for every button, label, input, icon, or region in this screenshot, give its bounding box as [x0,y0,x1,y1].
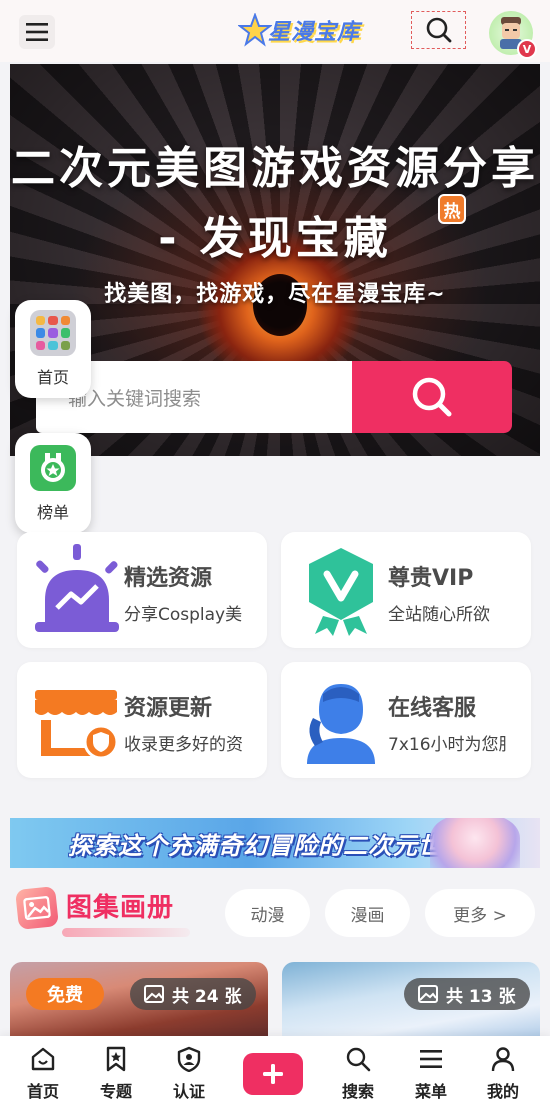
search-icon [426,17,451,43]
card-desc: 收录更多好的资源 [124,735,242,755]
vip-badge: V [517,39,537,59]
hero-banner: 二次元美图游戏资源分享 - 发现宝藏 热 找美图，找游戏，尽在星漫宝库~ 输入关… [10,64,540,456]
menu-button[interactable] [19,15,55,49]
nav-topics[interactable]: 专题 [86,1046,146,1100]
search-icon [346,1047,371,1072]
nav-label: 专题 [99,1082,132,1100]
tab-more[interactable]: 更多 > [425,889,535,937]
free-tag: 免费 [26,978,104,1010]
card-desc: 全站随心所欲 [388,605,490,625]
top-header: 星漫宝库 V [0,0,550,62]
card-title: 尊贵VIP [388,566,474,591]
image-count-tag: 共 13 张 [404,978,530,1010]
hot-badge: 热 [438,194,466,224]
side-home-button[interactable]: 首页 [15,300,91,398]
card-customer-service[interactable]: 在线客服 7x16小时为您服务 [281,662,531,778]
bookmark-star-icon [106,1046,126,1072]
album-card[interactable]: 免费 共 24 张 [10,962,268,1042]
nav-label: 首页 [26,1082,59,1100]
app-grid-icon [30,310,76,356]
tab-anime[interactable]: 动漫 [225,889,310,937]
nav-label: 菜单 [414,1082,447,1100]
card-title: 精选资源 [124,566,213,591]
siren-icon [35,544,119,632]
site-logo[interactable]: 星漫宝库 [238,12,360,48]
search-submit-button[interactable] [352,361,512,433]
medal-icon [30,445,76,491]
section-title: 图集画册 [66,893,175,923]
image-icon [418,985,438,1003]
album-card[interactable]: 共 13 张 [282,962,540,1042]
nav-profile[interactable]: 我的 [473,1046,533,1100]
customer-service-icon [307,684,375,764]
banner-text: 探索这个充满奇幻冒险的二次元世界 [68,831,468,860]
side-rank-label: 榜单 [36,503,69,522]
nav-label: 我的 [486,1082,519,1100]
card-resource-updates[interactable]: 资源更新 收录更多好的资源 [17,662,267,778]
side-home-label: 首页 [36,368,69,387]
menu-icon [420,1050,442,1068]
image-icon [144,985,164,1003]
logo-text: 星漫宝库 [268,20,361,45]
tab-comics[interactable]: 漫画 [325,889,410,937]
nav-search[interactable]: 搜索 [328,1046,388,1100]
add-post-button[interactable] [243,1053,303,1095]
vip-shield-icon [309,548,373,636]
verified-user-icon [177,1046,201,1072]
promo-banner[interactable]: 探索这个充满奇幻冒险的二次元世界 [10,818,540,868]
hero-search-bar: 输入关键词搜索 [36,361,512,433]
hamburger-icon [26,23,48,41]
search-icon [412,377,452,417]
card-desc: 分享Cosplay美图 [124,605,242,625]
image-count-text: 共 13 张 [446,986,516,1007]
star-logo-icon [238,13,272,47]
gallery-icon [15,886,59,930]
hero-subtitle: 找美图，找游戏，尽在星漫宝库~ [104,282,446,307]
card-vip[interactable]: 尊贵VIP 全站随心所欲 [281,532,531,648]
home-icon [31,1047,55,1071]
card-featured-resources[interactable]: 精选资源 分享Cosplay美图 [17,532,267,648]
card-title: 资源更新 [124,696,213,721]
user-icon [491,1047,515,1072]
nav-menu[interactable]: 菜单 [401,1046,461,1100]
side-rank-button[interactable]: 榜单 [15,433,91,533]
image-count-tag: 共 24 张 [130,978,256,1010]
store-icon [35,690,119,760]
section-underline [62,928,190,937]
nav-verify[interactable]: 认证 [159,1046,219,1100]
bottom-navigation: 首页 专题 认证 搜索 菜单 我的 [0,1036,550,1100]
nav-label: 搜索 [341,1082,374,1100]
image-count-text: 共 24 张 [172,986,242,1007]
card-title: 在线客服 [388,696,477,721]
nav-home[interactable]: 首页 [13,1046,73,1100]
user-avatar[interactable]: V [489,11,537,59]
banner-character-art [430,818,520,868]
nav-label: 认证 [172,1082,205,1100]
card-desc: 7x16小时为您服务 [388,735,506,755]
plus-icon [263,1064,283,1084]
header-search-button[interactable] [411,11,466,49]
